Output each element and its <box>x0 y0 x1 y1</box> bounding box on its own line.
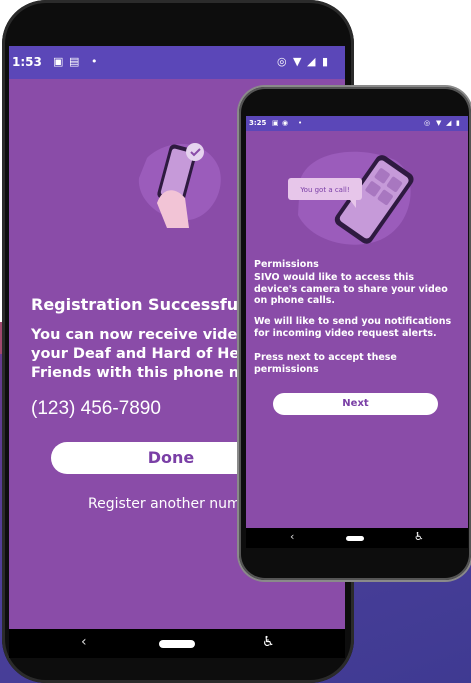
battery-icon: ▮ <box>322 55 329 68</box>
battery-icon: ▮ <box>456 119 460 127</box>
permission-instruction-text: Press next to accept these permissions <box>254 352 397 375</box>
vibrate-icon: ◎ <box>277 55 287 68</box>
navigation-bar: ‹ ♿ <box>9 629 345 658</box>
navigation-bar: ‹ ♿ <box>246 528 468 548</box>
phone-check-illustration <box>138 143 221 228</box>
permissions-title: Permissions <box>254 259 319 270</box>
accessibility-icon[interactable]: ♿ <box>414 530 424 543</box>
vibrate-icon: ◎ <box>424 119 431 127</box>
back-icon[interactable]: ‹ <box>81 634 87 650</box>
accessibility-icon[interactable]: ♿ <box>262 634 275 650</box>
next-button[interactable]: Next <box>273 393 438 415</box>
permission-notification-text: We will like to send you notifications f… <box>254 316 452 339</box>
image-icon: ▣ <box>53 55 64 68</box>
permission-camera-text: SIVO would like to access this device's … <box>254 272 448 306</box>
phone-number: (123) 456-7890 <box>31 398 161 419</box>
notes-icon: ▤ <box>69 55 80 68</box>
register-another-link[interactable]: Register another number <box>88 496 264 512</box>
home-icon[interactable] <box>159 640 195 648</box>
status-bar: 3:25 ▣ ◉ • ◎ ▼ ◢ ▮ <box>246 116 468 131</box>
wifi-icon: ▼ <box>436 119 442 127</box>
status-time: 1:53 <box>12 55 42 69</box>
status-time: 3:25 <box>249 119 267 127</box>
dot-icon: • <box>91 55 98 68</box>
dot-icon: • <box>298 119 303 127</box>
status-bar: 1:53 ▣ ▤ • ◎ ▼ ◢ ▮ <box>9 46 345 79</box>
signal-icon: ◢ <box>446 119 452 127</box>
image-icon: ▣ <box>272 119 279 127</box>
back-icon[interactable]: ‹ <box>290 530 294 543</box>
registration-title: Registration Successful <box>31 295 244 314</box>
home-icon[interactable] <box>346 536 364 541</box>
incoming-call-illustration: You got a call! <box>288 151 414 245</box>
call-bubble-text: You got a call! <box>299 186 349 194</box>
signal-icon: ◢ <box>307 55 316 68</box>
sync-icon: ◉ <box>282 119 289 127</box>
wifi-icon: ▼ <box>293 55 302 68</box>
